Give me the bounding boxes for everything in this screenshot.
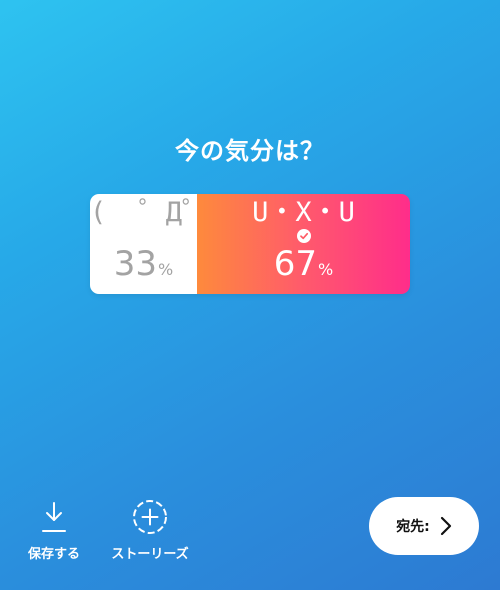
chevron-right-icon	[440, 516, 451, 536]
poll-option-left-percent: 33%	[90, 244, 197, 290]
poll-option-right-percent-unit: %	[318, 260, 334, 279]
send-to-button[interactable]: 宛先:	[369, 497, 479, 555]
save-button[interactable]: 保存する	[22, 499, 86, 562]
poll-option-left-text: ( ゜Д゜)	[90, 197, 226, 228]
poll-option-right-text: U・X・U	[252, 197, 355, 228]
send-label: 宛先:	[396, 519, 430, 535]
poll-sticker[interactable]: ( ゜Д゜) 33% U・X・U 67%	[90, 194, 410, 294]
save-label: 保存する	[27, 547, 80, 562]
poll-option-left[interactable]: ( ゜Д゜) 33%	[90, 194, 226, 294]
poll-option-right-percent-value: 67	[273, 244, 318, 284]
add-to-story-button[interactable]: ストーリーズ	[104, 499, 196, 562]
poll-option-left-percent-value: 33	[113, 244, 158, 284]
poll-option-left-percent-unit: %	[158, 260, 174, 279]
story-label: ストーリーズ	[111, 547, 189, 562]
download-icon	[42, 502, 66, 532]
question-title: 今の気分は？	[175, 137, 325, 165]
poll-option-right-percent: 67%	[197, 244, 410, 290]
add-story-icon	[133, 500, 167, 534]
selected-check-icon	[296, 229, 311, 243]
poll-option-right[interactable]: U・X・U 67%	[197, 194, 410, 294]
